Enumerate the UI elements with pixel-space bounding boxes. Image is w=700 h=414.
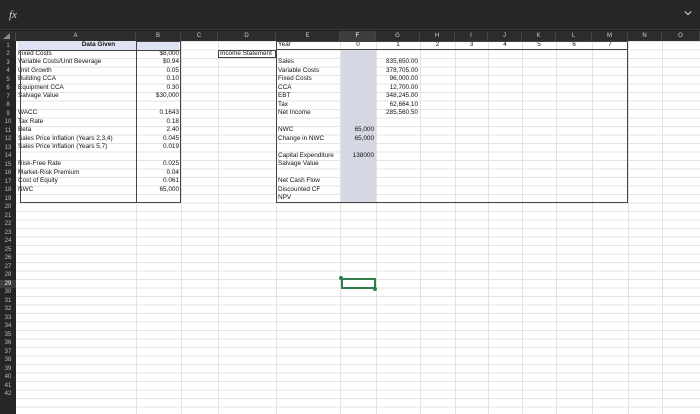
row-header-10[interactable]: 10	[0, 118, 16, 127]
row-header-19[interactable]: 19	[0, 195, 16, 204]
row-header-11[interactable]: 11	[0, 127, 16, 136]
row-header-36[interactable]: 36	[0, 339, 16, 348]
income-statement-label-border	[218, 49, 276, 58]
column-header-m[interactable]: M	[592, 31, 628, 41]
column-header-h[interactable]: H	[420, 31, 455, 41]
row-header-33[interactable]: 33	[0, 314, 16, 323]
row-header-20[interactable]: 20	[0, 203, 16, 212]
column-header-n[interactable]: N	[628, 31, 662, 41]
row-header-1[interactable]: 1	[0, 42, 16, 51]
row-header-3[interactable]: 3	[0, 59, 16, 68]
row-header-6[interactable]: 6	[0, 84, 16, 93]
column-header-e[interactable]: E	[276, 31, 340, 41]
row-header-35[interactable]: 35	[0, 331, 16, 340]
formula-bar: fx	[0, 0, 700, 30]
column-gridline	[628, 41, 629, 414]
row-header-14[interactable]: 14	[0, 152, 16, 161]
row-header-34[interactable]: 34	[0, 322, 16, 331]
selected-cell[interactable]	[341, 278, 376, 289]
row-header-17[interactable]: 17	[0, 178, 16, 187]
row-header-26[interactable]: 26	[0, 254, 16, 263]
column-header-i[interactable]: I	[455, 31, 488, 41]
column-header-k[interactable]: K	[522, 31, 556, 41]
row-header-12[interactable]: 12	[0, 135, 16, 144]
column-header-l[interactable]: L	[556, 31, 592, 41]
chevron-down-icon[interactable]	[684, 9, 692, 17]
select-all-icon	[3, 33, 10, 39]
row-header-9[interactable]: 9	[0, 110, 16, 119]
row-header-41[interactable]: 41	[0, 382, 16, 391]
column-header-b[interactable]: B	[136, 31, 181, 41]
row-header-29[interactable]: 29	[0, 279, 16, 288]
column-gridline	[218, 41, 219, 414]
row-header-7[interactable]: 7	[0, 93, 16, 102]
fill-handle[interactable]	[339, 276, 343, 280]
row-header-39[interactable]: 39	[0, 365, 16, 374]
row-header-28[interactable]: 28	[0, 271, 16, 280]
column-header-f[interactable]: F	[340, 31, 376, 41]
row-header-38[interactable]: 38	[0, 356, 16, 365]
row-header-5[interactable]: 5	[0, 76, 16, 85]
row-header-27[interactable]: 27	[0, 263, 16, 272]
row-headers: 1 2 3 4 5 6 7 8 9 10 11 12 13 14 15 16 17 18 19 20 21 22 23 24 2…	[0, 41, 16, 414]
row-header-25[interactable]: 25	[0, 246, 16, 255]
formula-input[interactable]	[26, 6, 682, 24]
row-header-21[interactable]: 21	[0, 212, 16, 221]
row-header-16[interactable]: 16	[0, 169, 16, 178]
fill-handle[interactable]	[373, 286, 377, 291]
select-all-corner[interactable]	[0, 31, 16, 41]
row-header-18[interactable]: 18	[0, 186, 16, 195]
row-header-2[interactable]: 2	[0, 50, 16, 59]
row-header-8[interactable]: 8	[0, 101, 16, 110]
row-header-23[interactable]: 23	[0, 229, 16, 238]
row-header-30[interactable]: 30	[0, 288, 16, 297]
column-header-g[interactable]: G	[376, 31, 420, 41]
column-header-a[interactable]: A	[16, 31, 136, 41]
row-header-31[interactable]: 31	[0, 297, 16, 306]
row-header-22[interactable]: 22	[0, 220, 16, 229]
year-row-border	[276, 41, 628, 50]
row-header-4[interactable]: 4	[0, 67, 16, 76]
column-header-c[interactable]: C	[181, 31, 218, 41]
fx-icon: fx	[9, 9, 17, 21]
column-header-j[interactable]: J	[488, 31, 522, 41]
row-header-37[interactable]: 37	[0, 348, 16, 357]
row-header-13[interactable]: 13	[0, 144, 16, 153]
row-header-32[interactable]: 32	[0, 305, 16, 314]
row-header-42[interactable]: 42	[0, 390, 16, 399]
spreadsheet-grid[interactable]: Data Given Fixed Costs $8,000 Variable Cost…	[16, 41, 700, 414]
data-given-value-border	[136, 41, 181, 203]
row-header-15[interactable]: 15	[0, 161, 16, 170]
column-header-d[interactable]: D	[218, 31, 276, 41]
income-statement-border	[276, 41, 628, 203]
column-header-o[interactable]: O	[662, 31, 700, 41]
row-header-40[interactable]: 40	[0, 373, 16, 382]
column-gridline	[662, 41, 663, 414]
column-gridline	[181, 41, 182, 414]
column-headers: ABCDEFGHIJKLMNO	[0, 31, 700, 41]
row-header-24[interactable]: 24	[0, 237, 16, 246]
